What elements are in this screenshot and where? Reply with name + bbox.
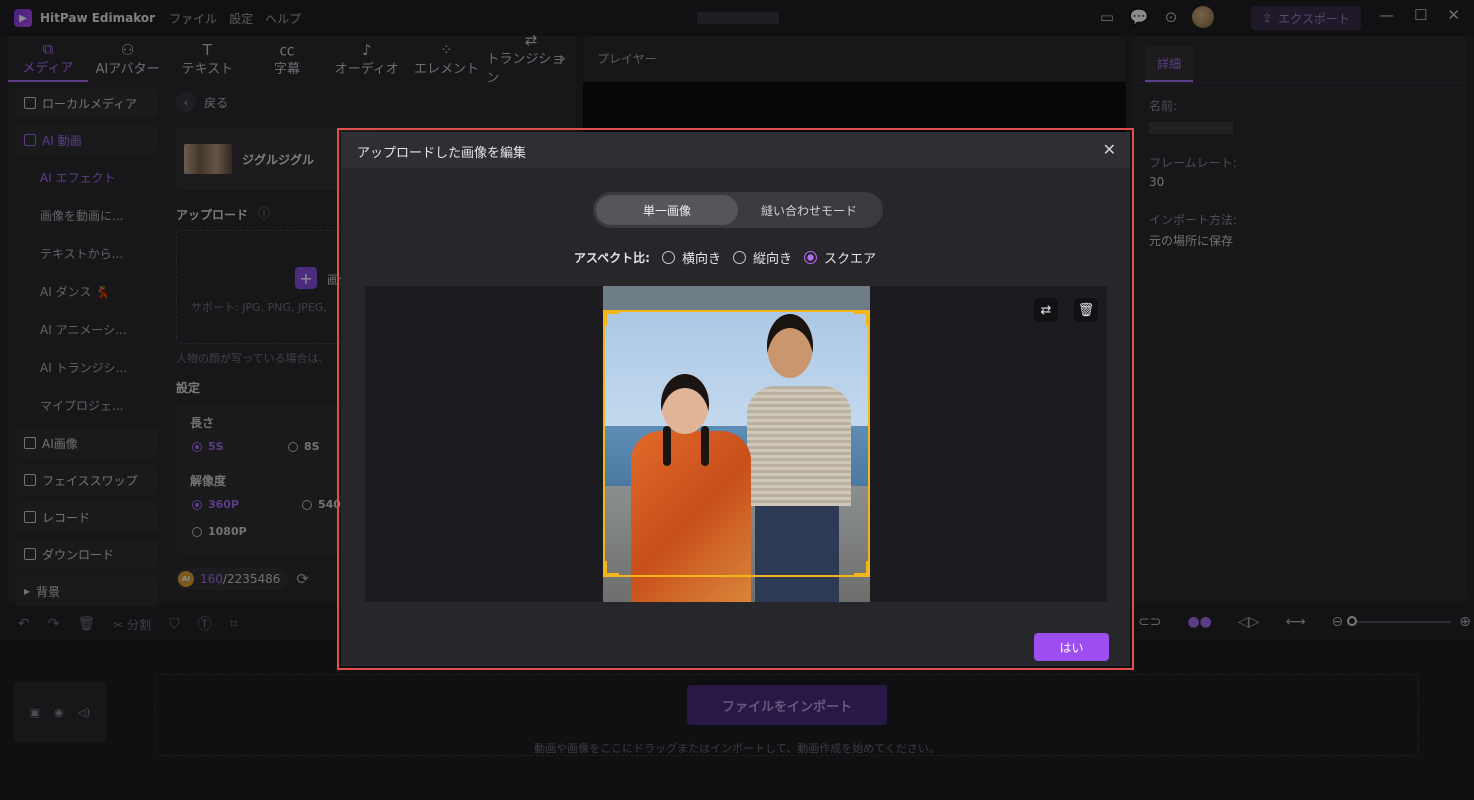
crop-box[interactable] xyxy=(603,310,870,577)
aspect-label: アスペクト比: xyxy=(574,251,650,265)
crop-handle[interactable] xyxy=(603,561,619,577)
radio-label: 横向き xyxy=(681,252,721,267)
dialog-title: アップロードした画像を編集 xyxy=(357,146,527,161)
radio-dot xyxy=(804,251,817,264)
crop-handle[interactable] xyxy=(603,310,619,326)
crop-handle[interactable] xyxy=(854,310,870,326)
stitch-mode-button[interactable]: 縫い合わせモード xyxy=(738,195,880,225)
radio-label: スクエア xyxy=(824,252,877,267)
confirm-button[interactable]: はい xyxy=(1034,633,1109,661)
swap-icon[interactable]: ⇄ xyxy=(1034,298,1058,322)
radio-dot xyxy=(661,251,675,264)
aspect-square-radio[interactable]: スクエア xyxy=(804,248,876,267)
mode-switch: 単一画像 縫い合わせモード xyxy=(593,192,883,228)
radio-label: 縦向き xyxy=(752,252,792,267)
dialog-header: アップロードした画像を編集 ✕ xyxy=(341,132,1130,168)
image-editor-canvas: ⇄ 🗑 xyxy=(365,286,1107,602)
single-image-mode-button[interactable]: 単一画像 xyxy=(596,195,738,225)
app-window: ▶ HitPaw Edimakor ファイル 設定 ヘルプ ▭ 💬 ⊙ ⇪ エク… xyxy=(0,0,1474,800)
aspect-landscape-radio[interactable]: 横向き xyxy=(661,248,721,267)
delete-image-icon[interactable]: 🗑 xyxy=(1074,298,1098,322)
edit-image-dialog: アップロードした画像を編集 ✕ 単一画像 縫い合わせモード アスペクト比: 横向… xyxy=(341,132,1130,666)
aspect-portrait-radio[interactable]: 縦向き xyxy=(732,248,792,267)
crop-handle[interactable] xyxy=(854,561,870,577)
aspect-ratio-selector: アスペクト比: 横向き 縦向き スクエア xyxy=(574,248,876,267)
close-icon[interactable]: ✕ xyxy=(1103,140,1116,159)
radio-dot xyxy=(732,251,746,264)
